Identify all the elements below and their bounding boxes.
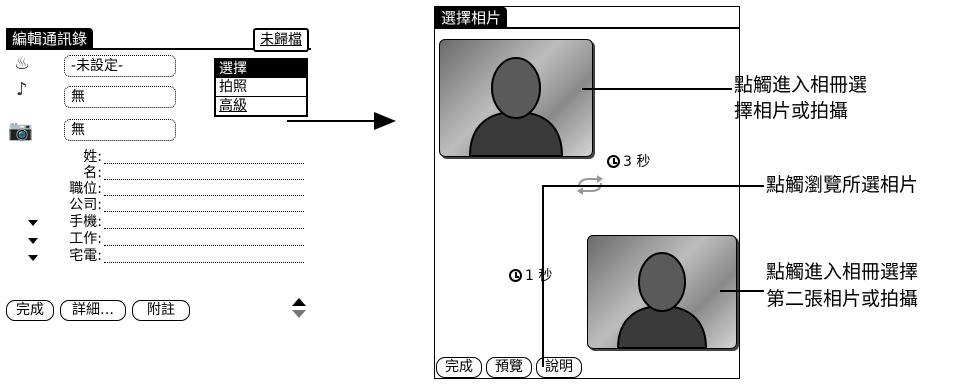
title-rule [435, 27, 739, 29]
clock-icon [607, 155, 620, 168]
person-silhouette-icon [616, 252, 708, 348]
annotation-2: 點觸瀏覽所選相片 [766, 174, 919, 196]
photo-menu: 選擇 拍照 高級 [214, 58, 308, 117]
field-line[interactable] [104, 179, 304, 180]
timer-2-value: 1 秒 [525, 268, 553, 284]
field-line[interactable] [104, 262, 304, 263]
field-label-work: 工作: [69, 231, 102, 247]
timer-2[interactable]: 1 秒 [509, 267, 552, 285]
arrow-right-icon [374, 112, 396, 134]
field-line[interactable] [104, 245, 304, 246]
menu-item-take-photo[interactable]: 拍照 [216, 78, 306, 96]
menu-item-select[interactable]: 選擇 [216, 60, 306, 78]
note-button[interactable]: 附註 [132, 300, 190, 321]
callout-line-3 [720, 290, 764, 292]
edit-contact-screen: 編輯通訊錄 未歸檔 ♨ -未設定- ♪ 無 📷 無 選擇 拍照 高級 姓: 名:… [6, 28, 311, 321]
field-label-given-name: 名: [83, 165, 102, 181]
field-label-mobile: 手機: [69, 214, 102, 230]
field-line[interactable] [104, 195, 304, 196]
photo-slot-1[interactable] [439, 39, 593, 157]
photo-slot-2[interactable] [587, 235, 737, 349]
select-photo-screen: 選擇相片 3 秒 1 秒 完成 預覽 說明 [434, 6, 740, 379]
done-button[interactable]: 完成 [6, 300, 54, 321]
timer-1-value: 3 秒 [623, 154, 651, 170]
music-note-icon: ♪ [16, 79, 28, 100]
callout-line-1 [582, 88, 732, 90]
callout-line-2 [542, 185, 764, 187]
menu-item-advanced[interactable]: 高級 [216, 96, 306, 115]
done-button[interactable]: 完成 [436, 357, 482, 378]
ringtone-picker[interactable]: 無 [64, 86, 176, 108]
scroll-arrows-icon[interactable] [291, 296, 307, 320]
clock-icon [509, 269, 522, 282]
timer-1[interactable]: 3 秒 [607, 153, 650, 171]
annotation-3-line-1: 點觸進入相冊選擇 [766, 261, 919, 283]
field-line[interactable] [104, 211, 304, 212]
callout-line-2-vertical [542, 185, 544, 367]
person-silhouette-icon [468, 57, 564, 156]
photo-picker[interactable]: 無 [64, 119, 176, 141]
field-label-home: 宅電: [69, 248, 102, 264]
connector-line [287, 120, 377, 122]
field-label-company: 公司: [69, 197, 102, 213]
field-line[interactable] [104, 163, 304, 164]
cake-icon: ♨ [14, 53, 31, 74]
chevron-down-icon[interactable] [28, 255, 38, 261]
birthday-picker[interactable]: -未設定- [64, 55, 176, 77]
chevron-down-icon[interactable] [28, 238, 38, 244]
camera-icon: 📷 [8, 118, 33, 142]
field-label-surname: 姓: [83, 149, 102, 165]
category-picker[interactable]: 未歸檔 [253, 28, 309, 52]
screen-title: 選擇相片 [435, 7, 508, 29]
chevron-down-icon[interactable] [28, 220, 38, 226]
screen-title: 編輯通訊錄 [6, 28, 94, 50]
details-button[interactable]: 詳細… [60, 300, 126, 321]
preview-button[interactable]: 預覽 [486, 357, 532, 378]
annotation-1-line-2: 擇相片或拍攝 [734, 100, 849, 122]
annotation-1-line-1: 點觸進入相冊選 [734, 74, 868, 96]
field-line[interactable] [104, 228, 304, 229]
annotation-3-line-2: 第二張相片或拍攝 [766, 288, 919, 310]
field-label-title: 職位: [69, 181, 102, 197]
